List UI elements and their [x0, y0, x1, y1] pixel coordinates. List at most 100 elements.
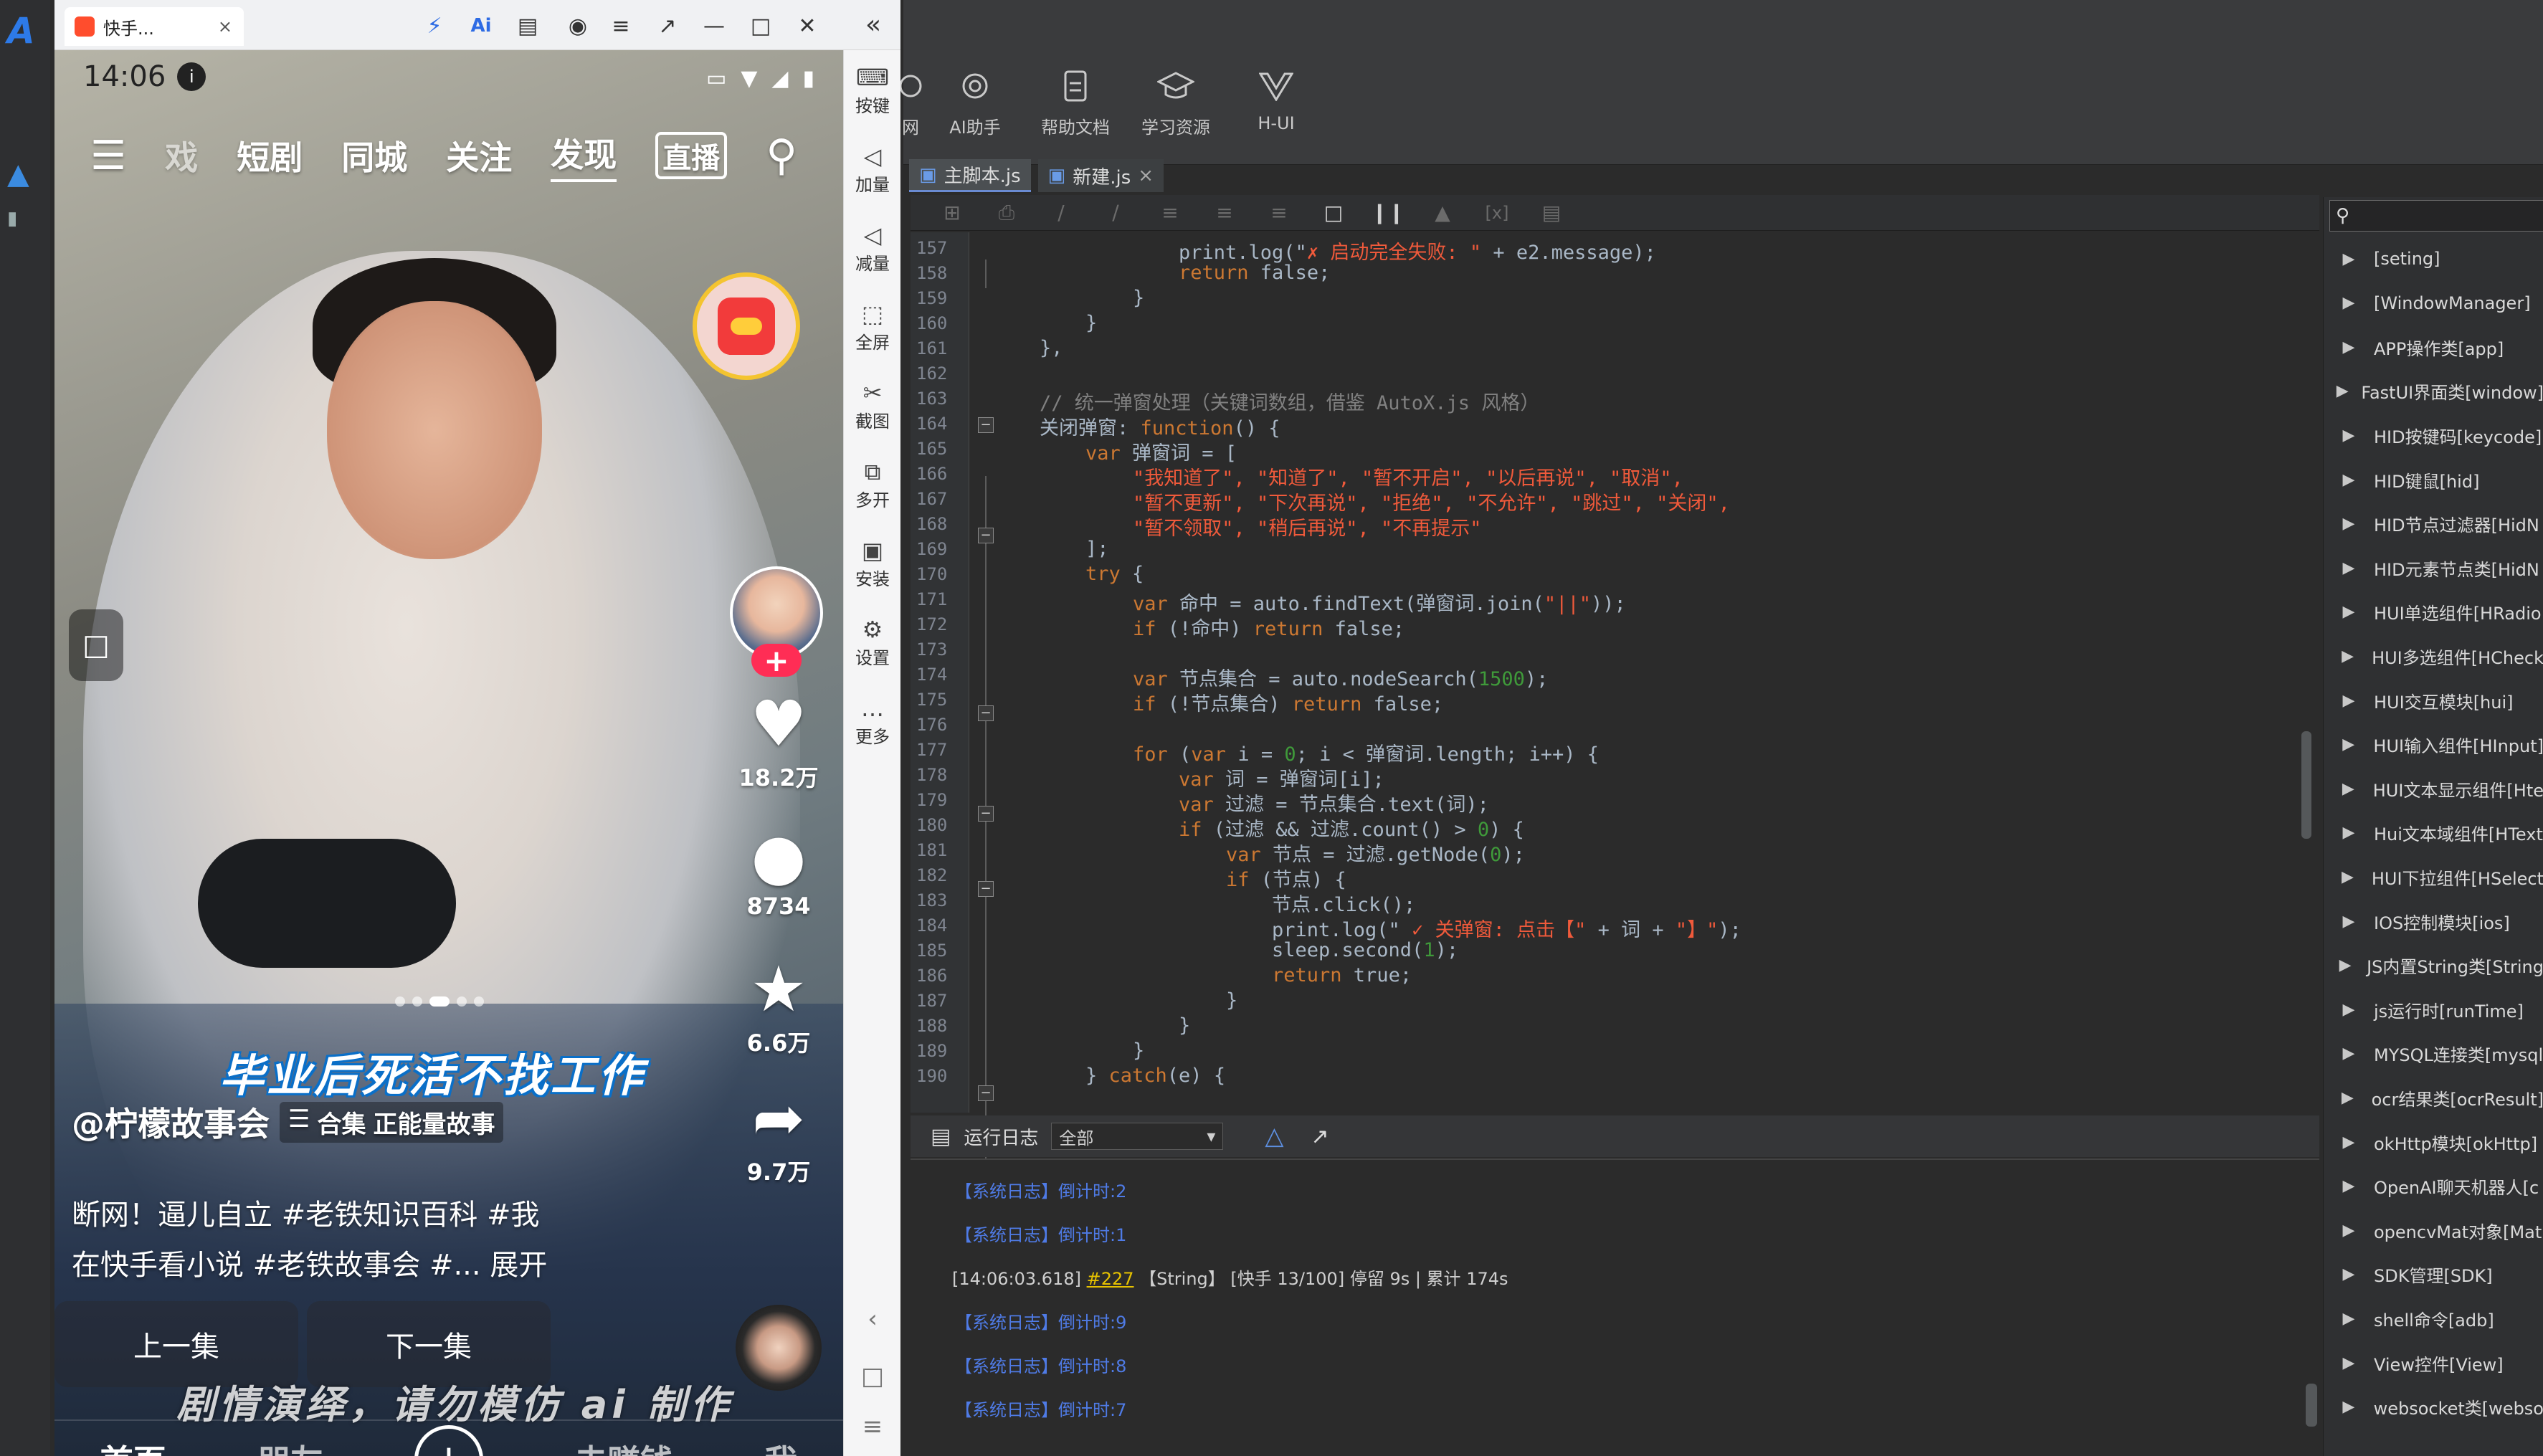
api-tree-item[interactable]: ▶ HUI输入组件[HInput] — [2324, 731, 2543, 759]
api-tree-item[interactable]: ▶ js运行时[runTime] — [2324, 995, 2543, 1024]
fold-toggle-icon[interactable]: − — [978, 806, 994, 822]
fold-toggle-icon[interactable]: − — [978, 1085, 994, 1101]
nav-earn[interactable]: 去赚钱 — [574, 1436, 673, 1456]
api-tree-item[interactable]: ▶ HID按键码[keycode] — [2324, 421, 2543, 449]
api-tree-item[interactable]: ▶ JS内置String类[String — [2324, 951, 2543, 980]
expand-triangle-icon[interactable]: ▶ — [2324, 427, 2374, 444]
expand-triangle-icon[interactable]: ▶ — [2324, 1089, 2372, 1107]
ribbon-ai-assistant[interactable]: AI助手 — [925, 65, 1025, 147]
android-icon[interactable]: ▲ — [7, 158, 43, 194]
expand-triangle-icon[interactable]: ▶ — [2324, 956, 2367, 974]
expand-triangle-icon[interactable]: ▶ — [2324, 1265, 2374, 1283]
folder-icon[interactable]: ▮ — [7, 208, 43, 244]
bug-icon[interactable]: ▲ — [1430, 201, 1455, 224]
sidebar-button[interactable]: ◁ 减量 — [844, 221, 901, 275]
variable-icon[interactable]: [x] — [1484, 201, 1510, 224]
expand-triangle-icon[interactable]: ▶ — [2324, 294, 2374, 312]
sidebar-button[interactable]: ⌨ 按键 — [844, 63, 901, 117]
sidebar-button[interactable]: ⚙ 设置 — [844, 615, 901, 669]
api-tree-item[interactable]: ▶ MYSQL连接类[mysql — [2324, 1039, 2543, 1068]
export-log-icon[interactable]: ↗ — [1311, 1124, 1329, 1149]
api-tree-item[interactable]: ▶ HUI文本显示组件[Hte — [2324, 774, 2543, 803]
sidebar-button[interactable]: ▣ 安装 — [844, 536, 901, 590]
expand-triangle-icon[interactable]: ▶ — [2324, 824, 2374, 842]
expand-triangle-icon[interactable]: ▶ — [2324, 250, 2374, 268]
expand-triangle-icon[interactable]: ▶ — [2324, 1177, 2374, 1195]
expand-triangle-icon[interactable]: ▶ — [2324, 736, 2373, 753]
log-line-link[interactable]: #227 — [1087, 1269, 1134, 1289]
stop-icon[interactable]: □ — [1321, 201, 1346, 224]
api-tree-item[interactable]: ▶ HID元素节点类[HidN — [2324, 553, 2543, 582]
close-window-icon[interactable]: ✕ — [793, 11, 822, 40]
api-tree-item[interactable]: ▶ IOS控制模块[ios] — [2324, 907, 2543, 936]
expand-triangle-icon[interactable]: ▶ — [2324, 1001, 2374, 1019]
hamburger-menu-icon[interactable]: ☰ — [90, 133, 126, 179]
outdent-icon[interactable]: ≡ — [1212, 201, 1237, 224]
pause-icon[interactable]: ❙❙ — [1372, 201, 1405, 224]
fold-toggle-icon[interactable]: − — [978, 417, 994, 433]
package-icon[interactable]: ▤ — [513, 11, 542, 40]
tab-local[interactable]: 同城 — [341, 132, 407, 179]
close-icon[interactable]: × — [1138, 165, 1154, 186]
api-tree-item[interactable]: ▶ [WindowManager] — [2324, 289, 2543, 318]
expand-triangle-icon[interactable]: ▶ — [2324, 868, 2372, 886]
phone-screen[interactable]: 14:06 i ▭ ▼ ◢ ▮ ☰ 戏 短剧 同城 关注 发现 直播 ⚲ □ +… — [54, 50, 843, 1456]
indent-icon[interactable]: ≡ — [1157, 201, 1183, 224]
expand-triangle-icon[interactable]: ▶ — [2324, 647, 2372, 665]
nav-home[interactable]: 首页 — [100, 1436, 166, 1456]
api-tree-item[interactable]: ▶ [seting] — [2324, 244, 2543, 273]
ribbon-hui[interactable]: H-UI — [1226, 65, 1326, 147]
api-tree-item[interactable]: ▶ HID节点过滤器[HidN — [2324, 510, 2543, 538]
video-description[interactable]: 断网！逼儿自立 #老铁知识百科 #我 在快手看小说 #老铁故事会 #... 展开 — [72, 1190, 688, 1290]
tab-discover[interactable]: 发现 — [551, 129, 617, 182]
search-icon[interactable]: ⚲ — [766, 130, 797, 181]
favorite-button[interactable]: ★ 6.6万 — [728, 953, 829, 1058]
collapse-left-icon[interactable]: « — [853, 10, 893, 39]
sidebar-button[interactable]: … 更多 — [844, 694, 901, 748]
clear-log-icon[interactable]: △ — [1265, 1122, 1283, 1151]
editor-scrollbar[interactable] — [2301, 731, 2311, 839]
api-tree-item[interactable]: ▶ HUI单选组件[HRadio — [2324, 598, 2543, 627]
log-scrollbar[interactable] — [2306, 1384, 2317, 1427]
expand-triangle-icon[interactable]: ▶ — [2324, 1045, 2374, 1062]
expand-triangle-icon[interactable]: ▶ — [2324, 1354, 2374, 1372]
music-disc-icon[interactable] — [736, 1305, 822, 1391]
screen-lock-icon[interactable]: □ — [69, 609, 123, 681]
expand-triangle-icon[interactable]: ▶ — [2324, 559, 2374, 577]
api-tree-item[interactable]: ▶ opencvMat对象[Mat — [2324, 1216, 2543, 1245]
expand-triangle-icon[interactable]: ▶ — [2324, 1222, 2374, 1239]
menu-icon[interactable]: ≡ — [607, 11, 635, 40]
follow-button[interactable]: + — [751, 643, 802, 678]
collection-tag[interactable]: ☰ 合集 正能量故事 — [280, 1101, 504, 1143]
api-tree-item[interactable]: ▶ HID键鼠[hid] — [2324, 465, 2543, 494]
api-tree-item[interactable]: ▶ APP操作类[app] — [2324, 333, 2543, 361]
tab-short-drama[interactable]: 短剧 — [237, 132, 303, 179]
api-tree-item[interactable]: ▶ shell命令[adb] — [2324, 1304, 2543, 1333]
tab-follow[interactable]: 关注 — [446, 132, 512, 179]
back-nav-icon[interactable]: ‹ — [844, 1305, 901, 1333]
sidebar-button[interactable]: ✂ 截图 — [844, 379, 901, 432]
like-button[interactable]: ♥ 18.2万 — [728, 688, 829, 793]
expand-triangle-icon[interactable]: ▶ — [2324, 1310, 2374, 1328]
lightning-icon[interactable]: ⚡ — [420, 11, 449, 40]
add-icon[interactable]: ⊞ — [939, 201, 965, 224]
share-button[interactable]: ➦ 9.7万 — [728, 1083, 829, 1187]
api-search-input[interactable]: ⚲ — [2329, 200, 2543, 232]
log-filter-select[interactable]: 全部 ▾ — [1051, 1123, 1224, 1150]
chevron-down-icon[interactable] — [212, 3, 241, 32]
expand-triangle-icon[interactable]: ▶ — [2324, 1398, 2374, 1416]
api-tree-item[interactable]: ▶ okHttp模块[okHttp] — [2324, 1128, 2543, 1156]
tab-partial[interactable]: 戏 — [165, 132, 198, 179]
expand-triangle-icon[interactable]: ▶ — [2324, 780, 2373, 798]
expand-triangle-icon[interactable]: ▶ — [2324, 338, 2374, 356]
recent-nav-icon[interactable]: ≡ — [844, 1412, 901, 1441]
expand-triangle-icon[interactable]: ▶ — [2324, 471, 2374, 489]
expand-triangle-icon[interactable]: ▶ — [2324, 603, 2374, 621]
tab-new-script[interactable]: ▣ 新建.js × — [1037, 159, 1164, 192]
api-tree-item[interactable]: ▶ OpenAI聊天机器人[c — [2324, 1172, 2543, 1201]
sidebar-button[interactable]: ⧉ 多开 — [844, 457, 901, 511]
ribbon-learning[interactable]: 学习资源 — [1126, 65, 1226, 147]
expand-triangle-icon[interactable]: ▶ — [2324, 382, 2361, 400]
ai-icon[interactable]: Ai — [467, 11, 495, 40]
sidebar-button[interactable]: ◁ 加量 — [844, 142, 901, 196]
